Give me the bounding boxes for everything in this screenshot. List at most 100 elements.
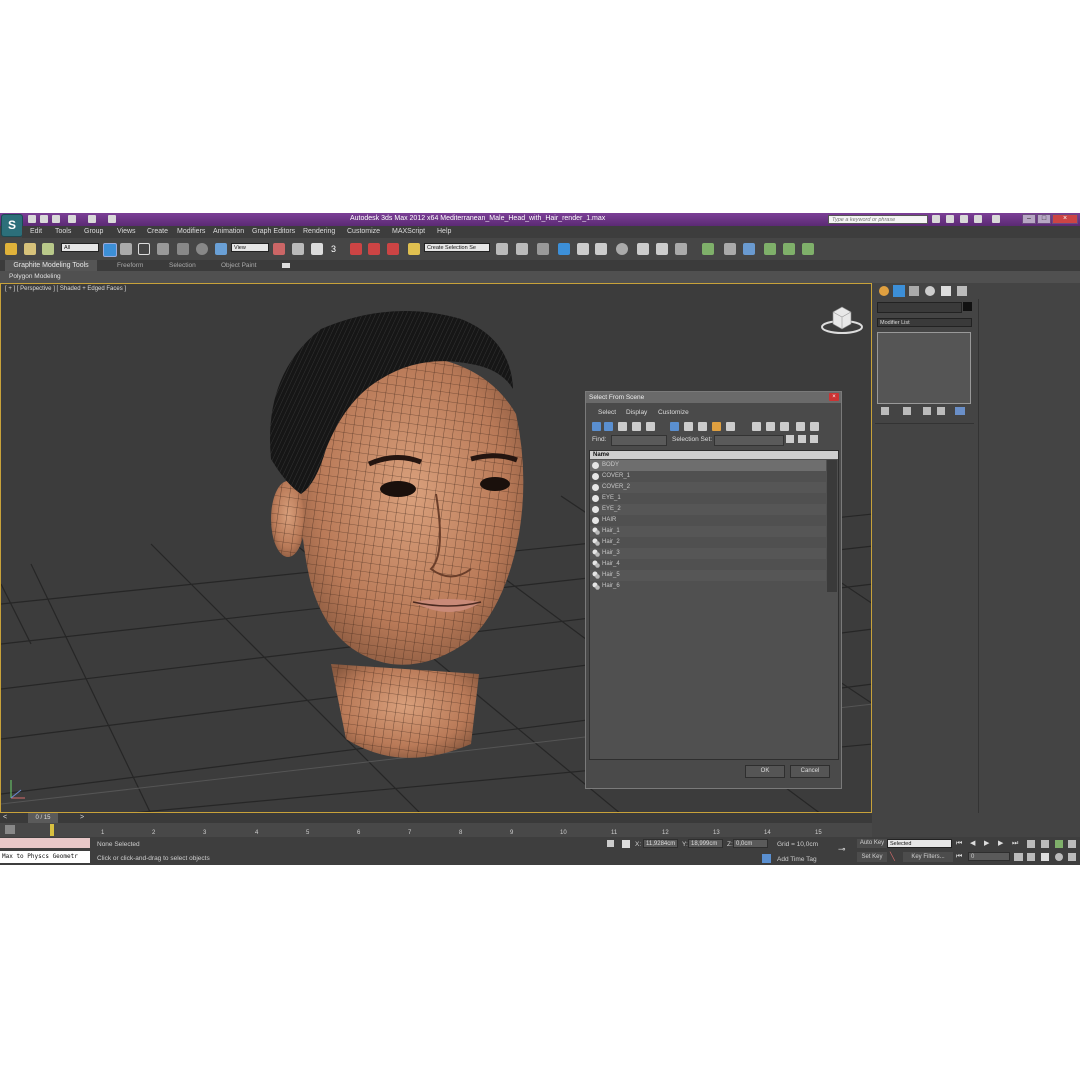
named-selection-dropdown[interactable]: Create Selection Se: [424, 243, 490, 252]
object-name-field[interactable]: [877, 302, 962, 313]
track-bar[interactable]: [0, 823, 872, 837]
app-logo-icon[interactable]: S: [1, 214, 23, 237]
display-xrefs-icon[interactable]: [698, 422, 707, 431]
display-geometry-icon[interactable]: [592, 422, 601, 431]
percent-snap-icon[interactable]: [368, 243, 380, 255]
pivot-center-icon[interactable]: [273, 243, 285, 255]
ribbon-tab-selection[interactable]: Selection: [169, 262, 196, 269]
help-icon[interactable]: [992, 215, 1000, 223]
object-color-swatch[interactable]: [963, 302, 972, 311]
list-item[interactable]: EYE_1: [590, 493, 826, 504]
render-production-icon[interactable]: [675, 243, 687, 255]
time-configuration-icon[interactable]: [1014, 853, 1023, 861]
list-scrollbar[interactable]: [827, 460, 837, 592]
list-item[interactable]: Hair_5: [590, 570, 826, 581]
pan-view-icon[interactable]: [1041, 853, 1049, 861]
menu-maxscript[interactable]: MAXScript: [392, 228, 425, 235]
maxscript-mini-listener-input[interactable]: Max to Physcs Geometr: [0, 851, 90, 863]
project-folder-icon[interactable]: [108, 215, 116, 223]
dialog-menu-customize[interactable]: Customize: [658, 409, 689, 416]
maximize-viewport-icon[interactable]: [1068, 853, 1076, 861]
auto-key-button[interactable]: Auto Key: [857, 839, 887, 848]
zoom-all-icon[interactable]: [1041, 840, 1049, 848]
move-icon[interactable]: [177, 243, 189, 255]
rendered-frame-window-icon[interactable]: [656, 243, 668, 255]
graphite-toggle-icon[interactable]: [558, 243, 570, 255]
physx-bake-icon[interactable]: [802, 243, 814, 255]
viewcube-icon[interactable]: [821, 302, 863, 336]
x-coordinate-field[interactable]: 11,9284cm: [643, 839, 678, 848]
list-item[interactable]: Hair_6: [590, 581, 826, 592]
key-filters-button[interactable]: Key Filters...: [903, 852, 953, 862]
maxscript-mini-listener-output[interactable]: [0, 838, 90, 848]
time-slider[interactable]: < 0 / 15 >: [0, 813, 872, 823]
menu-help[interactable]: Help: [437, 228, 451, 235]
spinner-snap-icon[interactable]: [387, 243, 399, 255]
ok-button[interactable]: OK: [745, 765, 785, 778]
display-groups-icon[interactable]: [684, 422, 693, 431]
simulation-icon[interactable]: [724, 243, 736, 255]
pin-stack-icon[interactable]: [881, 407, 889, 415]
previous-key-icon[interactable]: ◀: [970, 840, 979, 848]
open-file-icon[interactable]: [40, 215, 48, 223]
dialog-menu-select[interactable]: Select: [598, 409, 616, 416]
z-coordinate-field[interactable]: 0,0cm: [733, 839, 768, 848]
set-key-button[interactable]: Set Key: [857, 852, 887, 862]
align-icon[interactable]: [516, 243, 528, 255]
undo-icon[interactable]: [68, 215, 76, 223]
create-selection-set-icon[interactable]: [786, 435, 794, 443]
remove-from-set-icon[interactable]: [810, 435, 818, 443]
menu-tools[interactable]: Tools: [55, 228, 71, 235]
orbit-icon[interactable]: [1055, 853, 1063, 861]
menu-animation[interactable]: Animation: [213, 228, 244, 235]
display-bones-icon[interactable]: [712, 422, 721, 431]
column-header-name[interactable]: Name: [590, 451, 838, 459]
window-crossing-icon[interactable]: [157, 243, 169, 255]
key-mode-toggle-icon[interactable]: ⏮: [956, 853, 965, 861]
menu-modifiers[interactable]: Modifiers: [177, 228, 205, 235]
physx-reset-icon[interactable]: [783, 243, 795, 255]
next-key-icon[interactable]: ▶: [998, 840, 1007, 848]
favorites-star-icon[interactable]: [974, 215, 982, 223]
edit-named-selection-icon[interactable]: [408, 243, 420, 255]
field-of-view-icon[interactable]: [1027, 853, 1035, 861]
snap-toggle-icon[interactable]: 3: [331, 244, 336, 254]
modifier-list-dropdown[interactable]: Modifier List: [877, 318, 972, 327]
bind-space-warp-icon[interactable]: [42, 243, 54, 255]
communication-center-icon[interactable]: [960, 215, 968, 223]
configure-modifier-sets-icon[interactable]: [955, 407, 965, 415]
reference-coordinate-dropdown[interactable]: View: [231, 243, 269, 252]
select-manipulate-icon[interactable]: [292, 243, 304, 255]
selection-set-dropdown[interactable]: [714, 435, 784, 446]
modify-tab-icon[interactable]: [893, 285, 905, 297]
ribbon-tab-graphite-modeling-tools[interactable]: Graphite Modeling Tools: [5, 260, 97, 271]
absolute-relative-icon[interactable]: [622, 840, 630, 848]
time-tag-icon[interactable]: [762, 854, 771, 863]
scale-icon[interactable]: [215, 243, 227, 255]
display-all-icon[interactable]: [752, 422, 761, 431]
filter-icon[interactable]: [796, 422, 805, 431]
motion-tab-icon[interactable]: [925, 286, 935, 296]
curve-editor-icon[interactable]: [577, 243, 589, 255]
show-end-result-icon[interactable]: [903, 407, 911, 415]
list-item[interactable]: Hair_3: [590, 548, 826, 559]
list-item[interactable]: BODY: [590, 460, 826, 471]
dialog-menu-display[interactable]: Display: [626, 409, 647, 416]
display-shapes-icon[interactable]: [604, 422, 613, 431]
display-invert-icon[interactable]: [780, 422, 789, 431]
minimize-button[interactable]: –: [1022, 214, 1036, 224]
display-none-icon[interactable]: [766, 422, 775, 431]
list-item[interactable]: Hair_2: [590, 537, 826, 548]
search-input[interactable]: Type a keyword or phrase: [828, 215, 928, 224]
menu-rendering[interactable]: Rendering: [303, 228, 335, 235]
find-input[interactable]: [611, 435, 667, 446]
dialog-close-button[interactable]: ×: [829, 393, 839, 401]
add-to-set-icon[interactable]: [798, 435, 806, 443]
schematic-view-icon[interactable]: [595, 243, 607, 255]
list-item[interactable]: EYE_2: [590, 504, 826, 515]
unlink-icon[interactable]: [24, 243, 36, 255]
goto-end-icon[interactable]: ⏭: [1012, 840, 1021, 848]
physx-step-icon[interactable]: [764, 243, 776, 255]
display-cameras-icon[interactable]: [632, 422, 641, 431]
keyboard-shortcut-icon[interactable]: [311, 243, 323, 255]
